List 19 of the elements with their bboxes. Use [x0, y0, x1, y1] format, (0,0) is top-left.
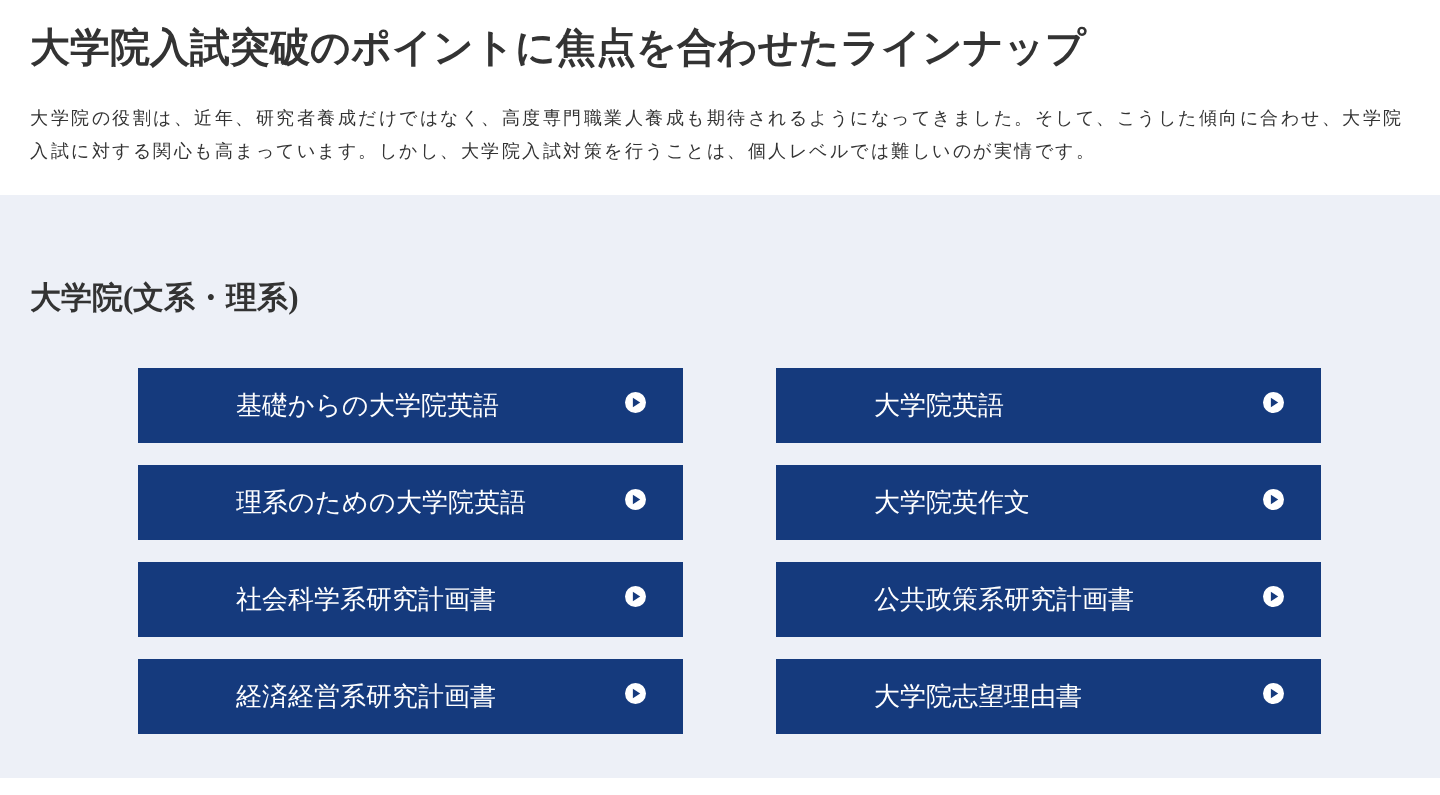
play-circle-icon	[625, 586, 646, 607]
course-link[interactable]: 大学院英作文	[776, 465, 1321, 540]
intro-paragraph: 大学院の役割は、近年、研究者養成だけではなく、高度専門職業人養成も期待されるようになってきました。そして、こうした傾向に合わせ、大学院入試に対する関心も高まっています。しかし、大学院入試対策を行うことは、個人レベルでは難しいのが実情です。	[30, 107, 1405, 163]
course-link[interactable]: 経済経営系研究計画書	[138, 659, 683, 734]
page-title: 大学院入試突破のポイントに焦点を合わせたラインナップ	[30, 24, 1086, 72]
course-link[interactable]: 大学院志望理由書	[776, 659, 1321, 734]
course-link[interactable]: 基礎からの大学院英語	[138, 368, 683, 443]
play-circle-icon	[1263, 586, 1284, 607]
course-link[interactable]: 理系のための大学院英語	[138, 465, 683, 540]
course-link[interactable]: 社会科学系研究計画書	[138, 562, 683, 637]
section-heading: 大学院(文系・理系)	[30, 279, 299, 317]
play-circle-icon	[1263, 683, 1284, 704]
play-circle-icon	[1263, 392, 1284, 413]
course-link[interactable]: 大学院英語	[776, 368, 1321, 443]
play-circle-icon	[625, 683, 646, 704]
course-link[interactable]: 公共政策系研究計画書	[776, 562, 1321, 637]
play-circle-icon	[625, 392, 646, 413]
play-circle-icon	[625, 489, 646, 510]
play-circle-icon	[1263, 489, 1284, 510]
